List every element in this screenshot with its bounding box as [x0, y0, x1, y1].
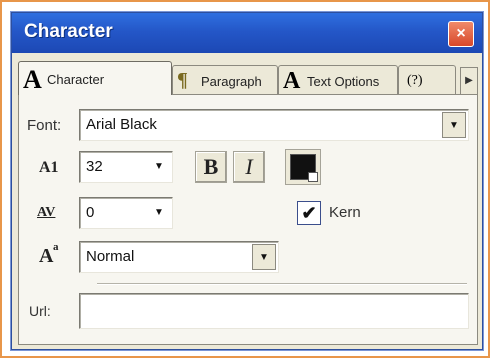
font-size-combo[interactable]: 32 ▼ — [79, 151, 173, 183]
kerning-amount-combo[interactable]: 0 ▼ — [79, 197, 173, 229]
close-button[interactable]: × — [448, 21, 474, 47]
kern-label: Kern — [329, 204, 361, 221]
close-icon: × — [456, 25, 466, 42]
title-bar[interactable]: Character × — [12, 13, 482, 53]
tab-scroll-right-button[interactable]: ▶ — [460, 67, 478, 95]
italic-button[interactable]: I — [233, 151, 265, 183]
character-icon: A — [23, 65, 42, 94]
font-size-dropdown-button[interactable]: ▼ — [148, 154, 170, 180]
character-tab-panel: Font: Arial Black ▼ A1 32 ▼ B I AV 0 ▼ ✔… — [18, 94, 478, 345]
bold-icon: B — [203, 154, 219, 179]
bold-button[interactable]: B — [195, 151, 227, 183]
tab-character-label: Character — [47, 72, 105, 87]
chevron-down-icon: ▼ — [154, 161, 164, 172]
tab-paragraph[interactable]: ¶ Paragraph — [172, 65, 278, 94]
baseline-value: Normal — [86, 248, 135, 265]
font-select[interactable]: Arial Black ▼ — [79, 109, 469, 141]
tab-text-options-label: Text Options — [307, 74, 380, 89]
baseline-dropdown-button[interactable]: ▼ — [252, 244, 276, 270]
text-color-button[interactable] — [285, 149, 321, 185]
baseline-select[interactable]: Normal ▼ — [79, 241, 279, 273]
url-label: Url: — [29, 303, 51, 319]
kern-checkbox[interactable]: ✔ — [297, 201, 321, 225]
chevron-down-icon: ▼ — [154, 207, 164, 218]
tab-help[interactable]: (?) — [398, 65, 456, 94]
tab-text-options[interactable]: A Text Options — [278, 65, 398, 94]
help-icon: (?) — [407, 73, 423, 88]
divider — [97, 283, 467, 285]
url-input[interactable] — [79, 293, 469, 329]
checkmark-icon: ✔ — [301, 203, 317, 223]
chevron-down-icon: ▼ — [449, 120, 459, 131]
superscript-marker-icon: a — [53, 241, 59, 253]
chevron-down-icon: ▼ — [259, 252, 269, 263]
paragraph-icon: ¶ — [177, 69, 188, 91]
font-size-icon: A1 — [39, 159, 59, 176]
panel-tabs: A Character ¶ Paragraph A Text Options (… — [18, 61, 478, 95]
chevron-right-icon: ▶ — [465, 75, 473, 86]
kerning-amount-value: 0 — [86, 204, 95, 221]
baseline-shift-icon: A — [39, 245, 54, 267]
swatch-corner-icon — [308, 172, 318, 182]
text-options-icon: A — [283, 68, 301, 94]
tab-character[interactable]: A Character — [18, 61, 172, 95]
character-panel-window: Character × A Character ¶ Paragraph A Te… — [11, 12, 483, 350]
font-label: Font: — [27, 117, 62, 134]
font-size-value: 32 — [86, 158, 103, 175]
screenshot-frame: Character × A Character ¶ Paragraph A Te… — [0, 0, 490, 358]
font-dropdown-button[interactable]: ▼ — [442, 112, 466, 138]
font-value: Arial Black — [86, 116, 157, 133]
kerning-amount-icon: AV — [37, 205, 56, 220]
window-title: Character — [24, 21, 113, 42]
italic-icon: I — [245, 154, 253, 179]
kerning-dropdown-button[interactable]: ▼ — [148, 200, 170, 226]
tab-paragraph-label: Paragraph — [201, 74, 262, 89]
